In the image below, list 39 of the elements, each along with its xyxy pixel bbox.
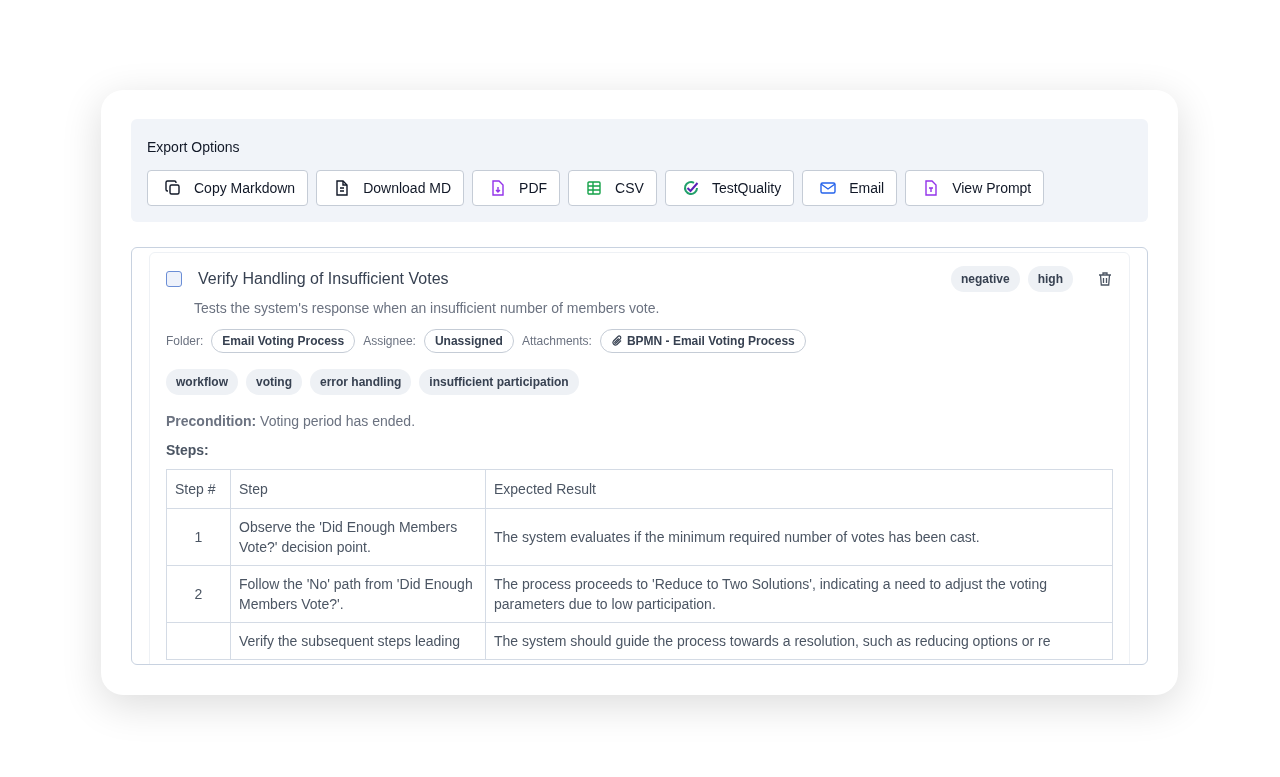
field-label: Attachments: [521,333,592,350]
tag: error handling [310,369,412,395]
precondition-text: Precondition: Voting period has ended. [166,412,417,431]
checkbox[interactable] [166,271,182,287]
column-header: Expected Result [485,469,1113,509]
mail-icon [819,179,838,197]
table-cell: 1 [166,508,231,566]
table-cell: Follow the 'No' path from 'Did Enough Members Vote?'. [230,565,486,623]
tag: insufficient participation [419,369,579,395]
badge: high [1027,266,1073,292]
spreadsheet-icon [585,179,604,197]
field-label: Folder: [166,333,204,350]
table-cell: The system evaluates if the minimum required number of votes has been cast. [485,508,1113,566]
table-cell: Verify the subsequent steps leading [230,622,486,660]
export-button[interactable]: PDF [472,170,561,206]
export-button[interactable]: Email [802,170,898,206]
table-cell: The process proceeds to 'Reduce to Two Solutions', indicating a need to adjust the voting parameters due to low participation. [485,565,1113,623]
check-circle-icon [681,179,700,197]
export-button[interactable]: TestQuality [664,170,795,206]
table-cell: The system should guide the process towards a resolution, such as reducing options or re [485,622,1113,660]
export-button[interactable]: Copy Markdown [147,170,309,206]
export-button[interactable]: View Prompt [905,170,1045,206]
test-case-title: Verify Handling of Insufficient Votes [198,269,449,289]
copy-icon [164,179,182,197]
badge: negative [951,266,1020,292]
tag: voting [246,369,302,395]
column-header: Step [230,469,486,509]
steps-label: Steps: [166,441,210,460]
export-button[interactable]: CSV [568,170,657,206]
paperclip-icon [610,335,623,347]
table-cell: 2 [166,565,231,623]
field-label: Assignee: [363,333,416,350]
trash-icon[interactable] [1097,271,1113,287]
table-cell: Observe the 'Did Enough Members Vote?' decision point. [230,508,486,566]
column-header: Step # [166,469,231,509]
description: Tests the system's response when an insufficient number of members vote. [194,299,661,318]
export-button[interactable]: Download MD [316,170,465,206]
tag: workflow [166,369,238,395]
panel-title: Export Options [147,138,241,157]
